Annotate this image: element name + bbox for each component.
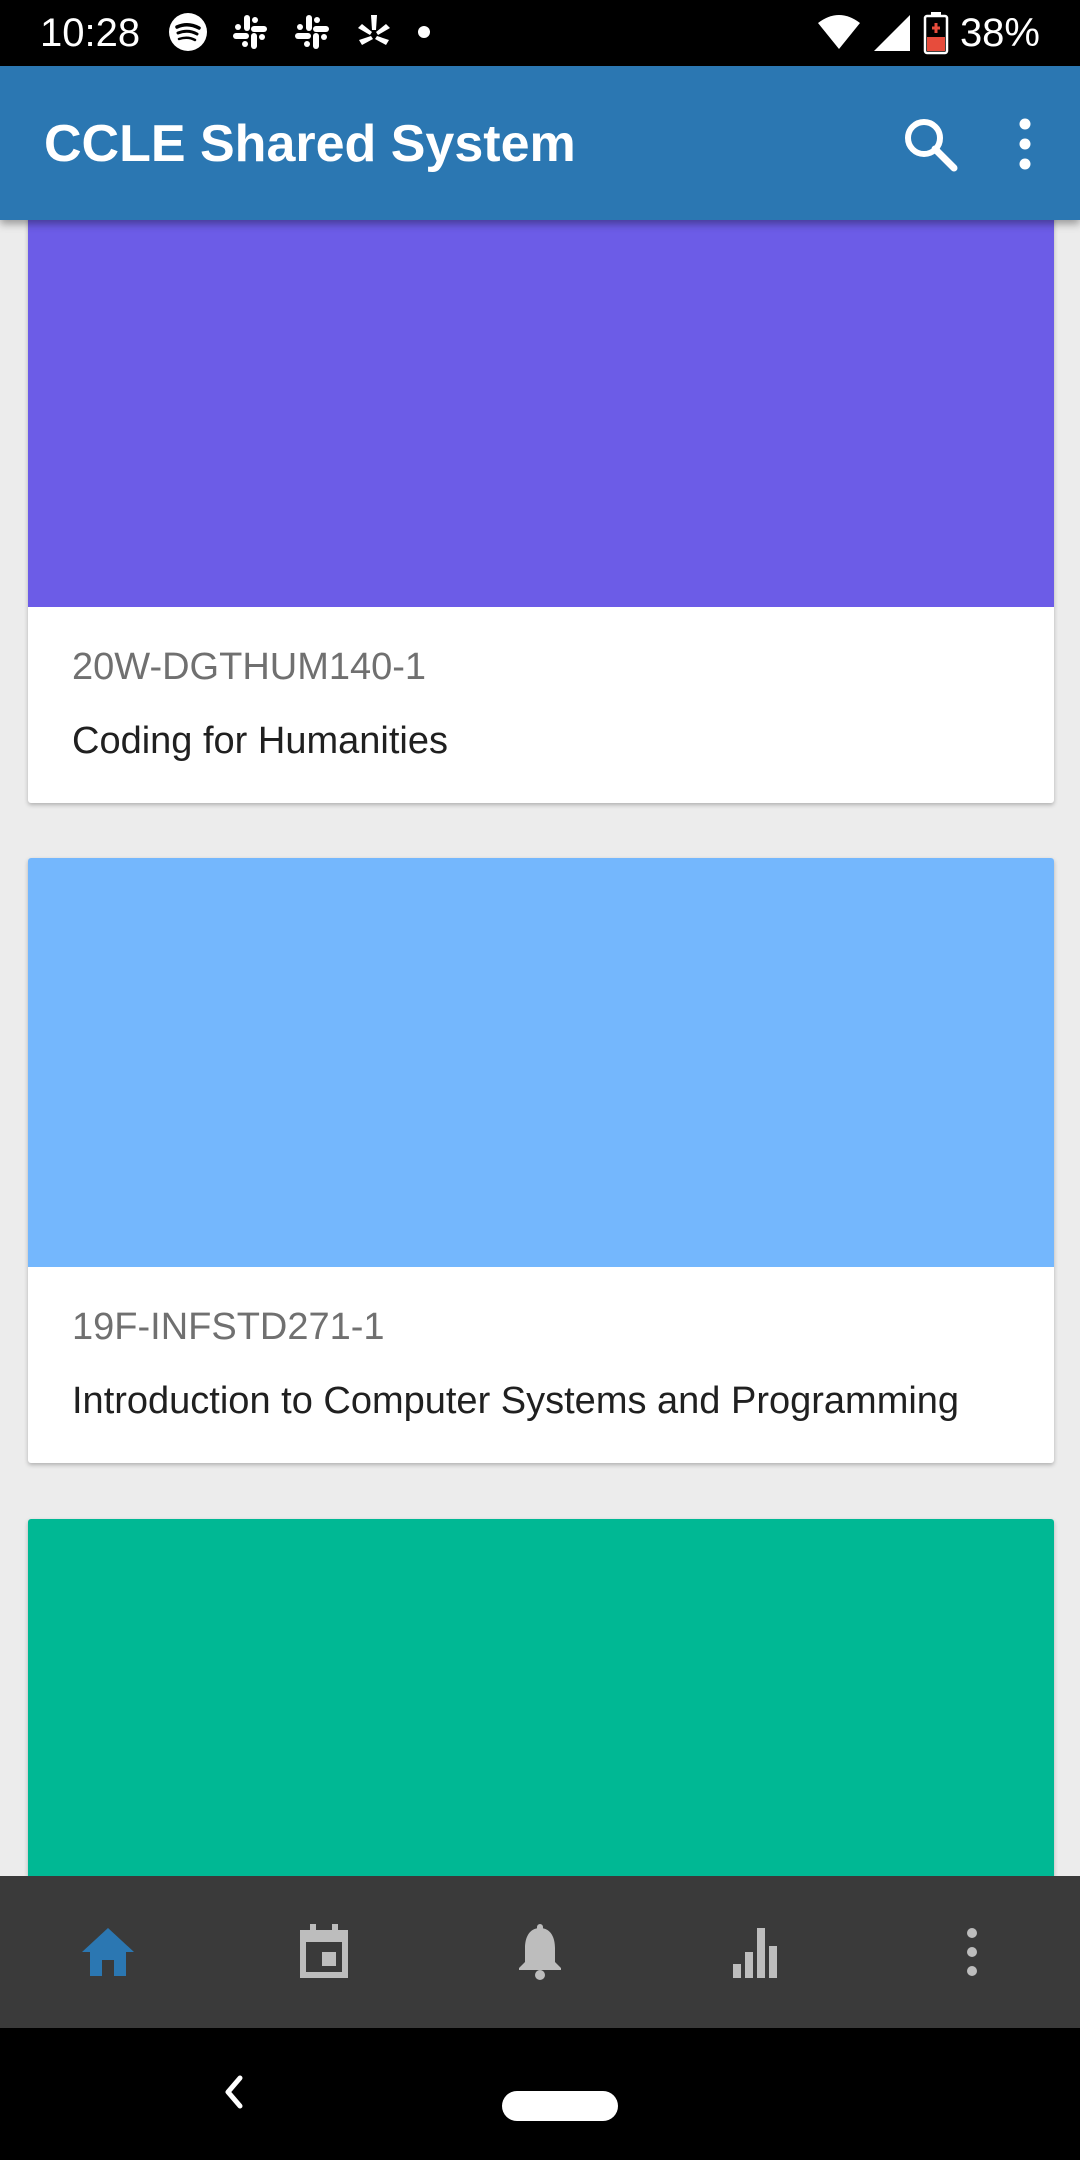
- battery-percent: 38%: [959, 11, 1040, 55]
- nav-calendar[interactable]: [216, 1876, 432, 2028]
- slack-icon: [295, 15, 329, 49]
- bell-icon: [519, 1924, 561, 1980]
- more-vert-icon: [967, 1928, 977, 1976]
- app-bar: CCLE Shared System: [0, 66, 1080, 220]
- course-card[interactable]: 19F-INFSTD271-1 Introduction to Computer…: [28, 858, 1054, 1463]
- course-banner: [28, 1519, 1054, 1876]
- nav-grades[interactable]: [648, 1876, 864, 2028]
- status-time: 10:28: [40, 11, 141, 55]
- wifi-icon: [817, 15, 860, 49]
- course-code: 19F-INFSTD271-1: [72, 1306, 385, 1348]
- course-info: 20W-DGTHUM140-1 Coding for Humanities: [28, 607, 1054, 803]
- battery-icon: [923, 12, 949, 55]
- app-title: CCLE Shared System: [44, 115, 576, 173]
- course-title: Coding for Humanities: [72, 720, 448, 762]
- course-card[interactable]: 20W-DGTHUM140-1 Coding for Humanities: [28, 220, 1054, 803]
- nav-notifications[interactable]: [432, 1876, 648, 2028]
- system-nav-bar: [0, 2028, 1080, 2160]
- status-right: 38%: [816, 8, 1040, 58]
- status-bar: 10:28 38%: [0, 0, 1080, 66]
- course-list: 20W-DGTHUM140-1 Coding for Humanities 19…: [0, 220, 1080, 1876]
- home-pill[interactable]: [502, 2091, 618, 2121]
- course-banner: [28, 220, 1054, 607]
- spotify-icon: [169, 13, 207, 51]
- back-icon[interactable]: [220, 2072, 250, 2112]
- course-card[interactable]: [28, 1519, 1054, 1876]
- search-icon[interactable]: [900, 114, 960, 174]
- course-title: Introduction to Computer Systems and Pro…: [72, 1380, 960, 1422]
- course-code: 20W-DGTHUM140-1: [72, 646, 427, 688]
- more-vert-icon[interactable]: [1010, 114, 1040, 174]
- calendar-icon: [300, 1924, 348, 1978]
- yelp-icon: [358, 15, 390, 45]
- slack-icon: [233, 15, 267, 49]
- bar-chart-icon: [733, 1928, 777, 1978]
- notification-icons: [168, 12, 432, 52]
- course-info: 19F-INFSTD271-1 Introduction to Computer…: [28, 1267, 1054, 1463]
- bottom-nav: [0, 1876, 1080, 2028]
- nav-home[interactable]: [0, 1876, 216, 2028]
- home-icon: [82, 1928, 134, 1976]
- signal-icon: [873, 15, 910, 51]
- course-banner: [28, 858, 1054, 1267]
- nav-more[interactable]: [864, 1876, 1080, 2028]
- dot-icon: [418, 26, 430, 38]
